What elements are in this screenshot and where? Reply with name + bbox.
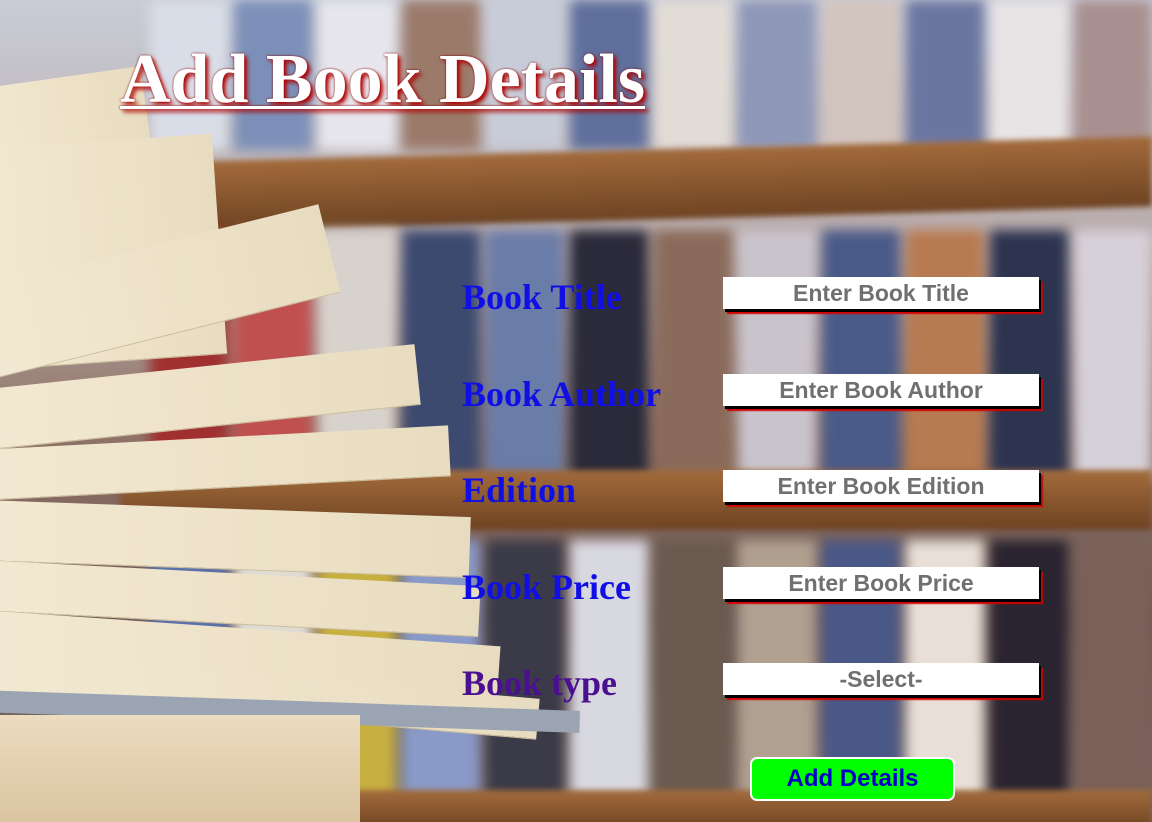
book-title-label: Book Title [462,277,622,317]
book-price-label: Book Price [462,567,631,607]
book-type-select[interactable]: -Select- [723,663,1039,695]
add-details-button[interactable]: Add Details [750,757,955,801]
edition-label: Edition [462,470,577,510]
open-book-image [0,66,600,822]
book-author-input[interactable]: Enter Book Author [723,374,1039,406]
book-edition-input[interactable]: Enter Book Edition [723,470,1039,502]
book-author-label: Book Author [462,374,662,414]
book-type-label: Book type [462,663,618,703]
page-title: Add Book Details [120,41,646,118]
book-title-input[interactable]: Enter Book Title [723,277,1039,309]
book-price-input[interactable]: Enter Book Price [723,567,1039,599]
